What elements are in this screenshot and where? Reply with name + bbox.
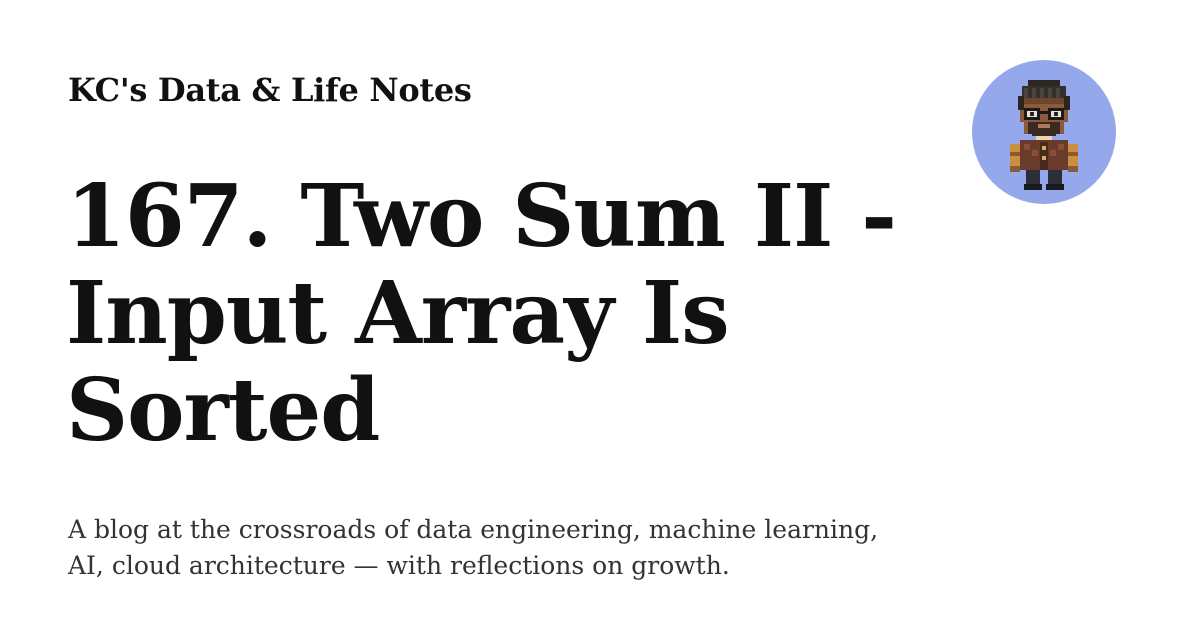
social-preview-card: KC's Data & Life Notes 167. Two Sum II -…	[0, 0, 1200, 630]
site-description: A blog at the crossroads of data enginee…	[68, 515, 879, 580]
pixel-character-avatar-icon	[1010, 80, 1078, 190]
site-name: KC's Data & Life Notes	[68, 71, 472, 109]
post-title: 167. Two Sum II - Input Array Is Sorted	[66, 166, 897, 461]
author-avatar	[972, 60, 1116, 204]
